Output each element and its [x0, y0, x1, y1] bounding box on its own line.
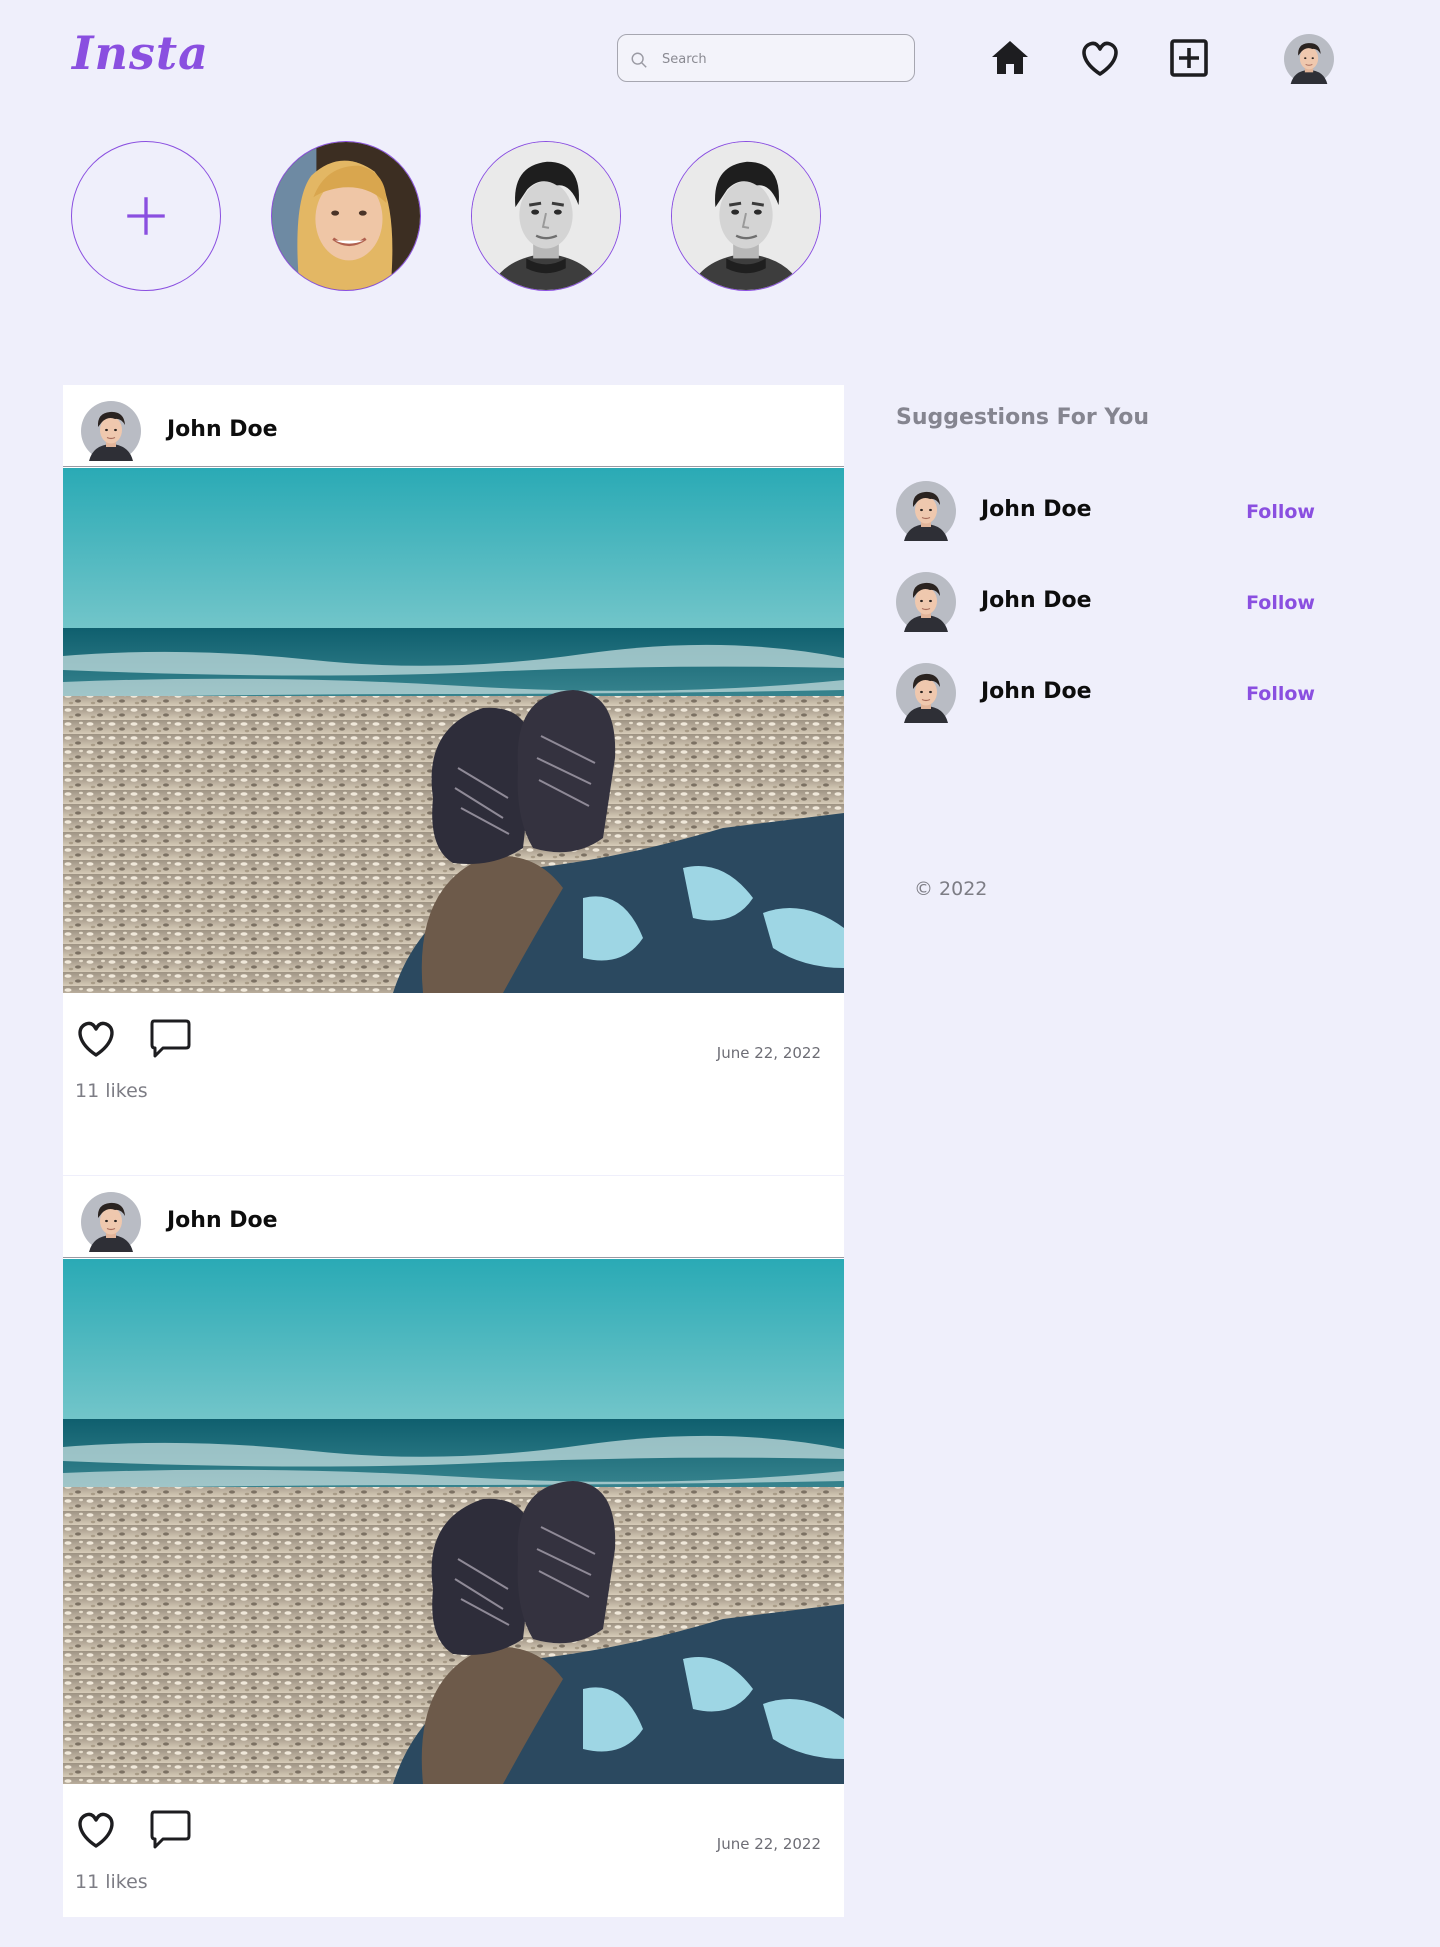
search-input[interactable] — [660, 35, 904, 83]
heart-icon[interactable] — [1078, 36, 1122, 80]
comment-icon[interactable] — [147, 1806, 193, 1852]
plus-icon — [127, 197, 165, 235]
post-date: June 22, 2022 — [716, 1044, 821, 1062]
suggestions-title: Suggestions For You — [896, 405, 1150, 430]
suggestion-name[interactable]: John Doe — [981, 588, 1092, 613]
suggestion-avatar[interactable] — [896, 481, 956, 541]
post-author-name[interactable]: John Doe — [167, 417, 278, 442]
post-image[interactable] — [63, 1259, 844, 1784]
suggestion-name[interactable]: John Doe — [981, 679, 1092, 704]
suggestion-item: John Doe Follow — [896, 481, 1336, 543]
story-item[interactable] — [671, 141, 821, 291]
likes-count: 11 likes — [75, 1080, 148, 1102]
post-card: John Doe 11 likes June 22, 2022 — [63, 385, 844, 1175]
post-author-name[interactable]: John Doe — [167, 1208, 278, 1233]
suggestion-name[interactable]: John Doe — [981, 497, 1092, 522]
search-icon — [631, 52, 647, 68]
follow-button[interactable]: Follow — [1246, 592, 1315, 614]
post-header: John Doe — [63, 1176, 844, 1258]
post-date: June 22, 2022 — [716, 1835, 821, 1853]
story-item[interactable] — [271, 141, 421, 291]
likes-count: 11 likes — [75, 1871, 148, 1893]
copyright: © 2022 — [914, 878, 988, 900]
profile-avatar[interactable] — [1284, 34, 1334, 84]
like-icon[interactable] — [73, 1806, 119, 1852]
post-card: John Doe 11 likes June 22, 2022 — [63, 1176, 844, 1917]
follow-button[interactable]: Follow — [1246, 683, 1315, 705]
suggestion-item: John Doe Follow — [896, 663, 1336, 725]
suggestion-avatar[interactable] — [896, 572, 956, 632]
post-author-avatar[interactable] — [81, 401, 141, 461]
comment-icon[interactable] — [147, 1015, 193, 1061]
story-item[interactable] — [471, 141, 621, 291]
add-post-icon[interactable] — [1167, 36, 1211, 80]
post-image[interactable] — [63, 468, 844, 993]
logo[interactable]: Insta — [72, 26, 209, 80]
suggestion-item: John Doe Follow — [896, 572, 1336, 634]
follow-button[interactable]: Follow — [1246, 501, 1315, 523]
add-story-button[interactable] — [71, 141, 221, 291]
search-bar[interactable] — [617, 34, 915, 83]
post-header: John Doe — [63, 385, 844, 467]
post-author-avatar[interactable] — [81, 1192, 141, 1252]
like-icon[interactable] — [73, 1015, 119, 1061]
home-icon[interactable] — [988, 36, 1032, 80]
suggestion-avatar[interactable] — [896, 663, 956, 723]
